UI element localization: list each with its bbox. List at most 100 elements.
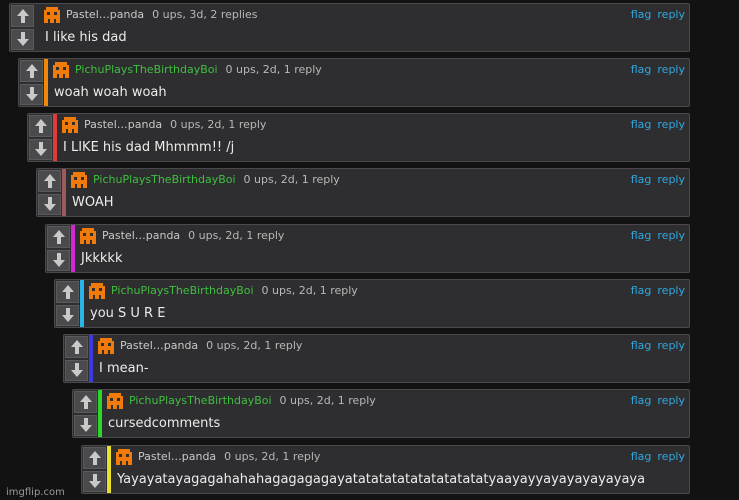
user-avatar-icon[interactable] bbox=[106, 393, 124, 409]
comment-meta: Pastel…panda 0 ups, 2d, 1 reply bbox=[138, 450, 320, 463]
reply-link[interactable]: reply bbox=[657, 8, 685, 21]
comment-stats: 0 ups, 2d, 1 reply bbox=[243, 173, 340, 186]
username-link[interactable]: PichuPlaysTheBirthdayBoi bbox=[93, 173, 236, 186]
arrow-up-icon bbox=[43, 173, 56, 188]
downvote-button[interactable] bbox=[74, 414, 97, 436]
user-avatar-icon[interactable] bbox=[70, 172, 88, 188]
comment-meta: Pastel…panda 0 ups, 2d, 1 reply bbox=[84, 118, 266, 131]
comment-text: cursedcomments bbox=[108, 416, 221, 431]
comment: Pastel…panda 0 ups, 2d, 1 reply flag reply Y… bbox=[81, 445, 690, 494]
flag-link[interactable]: flag bbox=[631, 118, 652, 131]
flag-link[interactable]: flag bbox=[631, 284, 652, 297]
comment-stats: 0 ups, 3d, 2 replies bbox=[152, 8, 258, 21]
reply-link[interactable]: reply bbox=[657, 394, 685, 407]
user-avatar-icon[interactable] bbox=[115, 449, 133, 465]
downvote-button[interactable] bbox=[29, 138, 52, 160]
upvote-button[interactable] bbox=[38, 170, 61, 192]
comment-stats: 0 ups, 2d, 1 reply bbox=[206, 339, 303, 352]
reply-link[interactable]: reply bbox=[657, 229, 685, 242]
flag-link[interactable]: flag bbox=[631, 8, 652, 21]
comment-text: I LIKE his dad Mhmmm!! /j bbox=[63, 140, 235, 155]
arrow-down-icon bbox=[79, 418, 92, 433]
upvote-button[interactable] bbox=[65, 336, 88, 358]
reply-link[interactable]: reply bbox=[657, 339, 685, 352]
vote-controls bbox=[55, 280, 80, 327]
flag-link[interactable]: flag bbox=[631, 229, 652, 242]
comment-stats: 0 ups, 2d, 1 reply bbox=[261, 284, 358, 297]
reply-link[interactable]: reply bbox=[657, 450, 685, 463]
downvote-button[interactable] bbox=[65, 359, 88, 381]
vote-controls bbox=[64, 335, 89, 382]
comment-text: you S U R E bbox=[90, 306, 166, 321]
vote-controls bbox=[73, 390, 98, 437]
comment: Pastel…panda 0 ups, 2d, 1 reply flag reply I… bbox=[27, 113, 690, 162]
flag-link[interactable]: flag bbox=[631, 394, 652, 407]
arrow-up-icon bbox=[25, 63, 38, 78]
comment-actions: flag reply bbox=[625, 63, 685, 76]
downvote-button[interactable] bbox=[83, 470, 106, 492]
upvote-button[interactable] bbox=[20, 60, 43, 82]
username-link[interactable]: PichuPlaysTheBirthdayBoi bbox=[75, 63, 218, 76]
reply-link[interactable]: reply bbox=[657, 63, 685, 76]
upvote-button[interactable] bbox=[56, 281, 79, 303]
username-link[interactable]: Pastel…panda bbox=[120, 339, 198, 352]
vote-controls bbox=[37, 169, 62, 216]
arrow-up-icon bbox=[88, 450, 101, 465]
username-link[interactable]: Pastel…panda bbox=[66, 8, 144, 21]
user-avatar-icon[interactable] bbox=[43, 7, 61, 23]
comment-actions: flag reply bbox=[625, 173, 685, 186]
arrow-up-icon bbox=[34, 118, 47, 133]
reply-depth-bar bbox=[71, 225, 75, 272]
username-link[interactable]: Pastel…panda bbox=[138, 450, 216, 463]
user-avatar-icon[interactable] bbox=[61, 117, 79, 133]
flag-link[interactable]: flag bbox=[631, 450, 652, 463]
arrow-down-icon bbox=[34, 142, 47, 157]
reply-depth-bar bbox=[80, 280, 84, 327]
upvote-button[interactable] bbox=[74, 391, 97, 413]
username-link[interactable]: PichuPlaysTheBirthdayBoi bbox=[129, 394, 272, 407]
username-link[interactable]: Pastel…panda bbox=[84, 118, 162, 131]
flag-link[interactable]: flag bbox=[631, 173, 652, 186]
user-avatar-icon[interactable] bbox=[52, 62, 70, 78]
arrow-up-icon bbox=[79, 394, 92, 409]
comment-actions: flag reply bbox=[625, 450, 685, 463]
reply-link[interactable]: reply bbox=[657, 284, 685, 297]
user-avatar-icon[interactable] bbox=[88, 283, 106, 299]
downvote-button[interactable] bbox=[47, 249, 70, 271]
arrow-down-icon bbox=[88, 474, 101, 489]
user-avatar-icon[interactable] bbox=[79, 228, 97, 244]
upvote-button[interactable] bbox=[47, 226, 70, 248]
upvote-button[interactable] bbox=[83, 447, 106, 469]
downvote-button[interactable] bbox=[11, 28, 34, 50]
flag-link[interactable]: flag bbox=[631, 63, 652, 76]
arrow-down-icon bbox=[43, 197, 56, 212]
comment-stats: 0 ups, 2d, 1 reply bbox=[170, 118, 267, 131]
flag-link[interactable]: flag bbox=[631, 339, 652, 352]
vote-controls bbox=[10, 4, 35, 51]
comment-text: WOAH bbox=[72, 195, 114, 210]
username-link[interactable]: PichuPlaysTheBirthdayBoi bbox=[111, 284, 254, 297]
downvote-button[interactable] bbox=[38, 193, 61, 215]
reply-depth-bar bbox=[89, 335, 93, 382]
downvote-button[interactable] bbox=[20, 83, 43, 105]
arrow-up-icon bbox=[52, 229, 65, 244]
comment-meta: PichuPlaysTheBirthdayBoi 0 ups, 2d, 1 rep… bbox=[111, 284, 358, 297]
comment-actions: flag reply bbox=[625, 339, 685, 352]
comment-actions: flag reply bbox=[625, 394, 685, 407]
user-avatar-icon[interactable] bbox=[97, 338, 115, 354]
comment-stats: 0 ups, 2d, 1 reply bbox=[225, 63, 322, 76]
reply-depth-bar bbox=[44, 59, 48, 106]
upvote-button[interactable] bbox=[29, 115, 52, 137]
comment: Pastel…panda 0 ups, 2d, 1 reply flag reply I… bbox=[63, 334, 690, 383]
username-link[interactable]: Pastel…panda bbox=[102, 229, 180, 242]
comment-stats: 0 ups, 2d, 1 reply bbox=[188, 229, 285, 242]
comment-meta: PichuPlaysTheBirthdayBoi 0 ups, 2d, 1 rep… bbox=[129, 394, 376, 407]
reply-link[interactable]: reply bbox=[657, 173, 685, 186]
comment: PichuPlaysTheBirthdayBoi 0 ups, 2d, 1 rep… bbox=[72, 389, 690, 438]
downvote-button[interactable] bbox=[56, 304, 79, 326]
reply-link[interactable]: reply bbox=[657, 118, 685, 131]
upvote-button[interactable] bbox=[11, 5, 34, 27]
comment-actions: flag reply bbox=[625, 284, 685, 297]
comment-meta: Pastel…panda 0 ups, 3d, 2 replies bbox=[66, 8, 257, 21]
arrow-up-icon bbox=[70, 339, 83, 354]
